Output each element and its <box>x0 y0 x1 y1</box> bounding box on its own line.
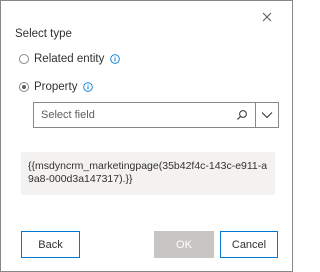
select-type-dialog: Select type Related entity Property Sele… <box>0 0 293 272</box>
chevron-down-icon[interactable] <box>256 103 278 127</box>
ok-button[interactable]: OK <box>154 231 214 258</box>
section-title: Select type <box>15 28 72 40</box>
radio-label: Related entity <box>34 53 105 65</box>
expression-preview: {{msdyncrm_marketingpage(35b42f4c-143c-e… <box>21 152 275 195</box>
cancel-button[interactable]: Cancel <box>220 231 278 258</box>
info-icon[interactable] <box>110 54 121 64</box>
select-field-combobox[interactable] <box>33 102 279 128</box>
radio-button[interactable] <box>19 54 29 64</box>
search-icon[interactable] <box>229 103 256 127</box>
close-icon[interactable] <box>259 9 275 25</box>
info-icon[interactable] <box>83 82 94 92</box>
radio-button[interactable] <box>19 82 29 92</box>
select-field-input[interactable] <box>34 103 229 127</box>
radio-related-entity[interactable]: Related entity <box>19 51 121 67</box>
radio-property[interactable]: Property <box>19 79 94 95</box>
radio-label: Property <box>34 81 78 93</box>
back-button[interactable]: Back <box>21 231 80 258</box>
